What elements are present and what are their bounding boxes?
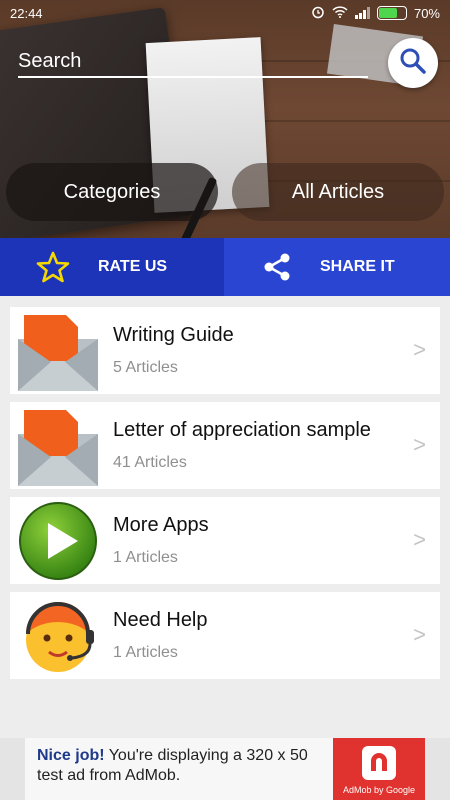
- status-bar: 22:44 70%: [0, 0, 450, 26]
- category-list: Writing Guide 5 Articles > Letter of app…: [10, 307, 440, 687]
- ad-content[interactable]: Nice job! You're displaying a 320 x 50 t…: [25, 738, 425, 800]
- tab-all-articles-label: All Articles: [291, 180, 385, 203]
- search-input[interactable]: Search: [18, 46, 368, 78]
- tab-categories-label: Categories: [63, 180, 161, 203]
- list-item-letter-of-appreciation[interactable]: Letter of appreciation sample 41 Article…: [10, 402, 440, 489]
- play-icon: [16, 499, 100, 583]
- share-it-button[interactable]: SHARE IT: [224, 238, 450, 296]
- ad-text: Nice job! You're displaying a 320 x 50 t…: [25, 738, 333, 800]
- search-placeholder: Search: [18, 49, 82, 72]
- chevron-right-icon: >: [413, 527, 426, 552]
- chevron-right-icon: >: [413, 337, 426, 362]
- rate-us-button[interactable]: RATE US: [0, 238, 224, 296]
- tab-all-articles[interactable]: All Articles: [232, 163, 444, 221]
- list-item-need-help[interactable]: Need Help 1 Articles >: [10, 592, 440, 679]
- list-item-count: 5 Articles: [113, 359, 178, 376]
- list-item-more-apps[interactable]: More Apps 1 Articles >: [10, 497, 440, 584]
- signal-icon: [354, 7, 370, 19]
- list-item-writing-guide[interactable]: Writing Guide 5 Articles >: [10, 307, 440, 394]
- star-icon: [36, 251, 70, 283]
- list-item-title: More Apps: [113, 514, 209, 536]
- battery-percent: 70%: [413, 5, 440, 21]
- list-item-count: 1 Articles: [113, 644, 178, 661]
- list-item-title: Need Help: [113, 609, 208, 631]
- wifi-icon: [332, 5, 348, 21]
- admob-icon: [362, 746, 396, 780]
- support-agent-icon: [16, 594, 100, 678]
- action-bar: RATE US SHARE IT: [0, 238, 450, 296]
- list-item-count: 1 Articles: [113, 549, 178, 566]
- list-item-count: 41 Articles: [113, 454, 187, 471]
- ad-headline: Nice job!: [37, 747, 105, 764]
- status-time: 22:44: [10, 5, 43, 21]
- rate-us-label: RATE US: [98, 258, 168, 275]
- list-item-title: Letter of appreciation sample: [113, 419, 371, 441]
- share-it-label: SHARE IT: [320, 258, 395, 275]
- list-item-title: Writing Guide: [113, 324, 234, 346]
- search-icon: [399, 47, 427, 80]
- battery-level: [378, 8, 398, 18]
- chevron-right-icon: >: [413, 432, 426, 457]
- chevron-right-icon: >: [413, 622, 426, 647]
- ad-brand: AdMob by Google: [342, 785, 416, 795]
- share-icon: [262, 252, 292, 282]
- ad-banner: Nice job! You're displaying a 320 x 50 t…: [0, 738, 450, 800]
- admob-logo: AdMob by Google: [333, 738, 425, 800]
- tab-categories[interactable]: Categories: [6, 163, 218, 221]
- search-button[interactable]: [388, 38, 438, 88]
- envelope-icon: [16, 309, 100, 393]
- envelope-icon: [16, 404, 100, 488]
- battery-icon: [376, 6, 407, 20]
- alarm-icon: [311, 5, 325, 22]
